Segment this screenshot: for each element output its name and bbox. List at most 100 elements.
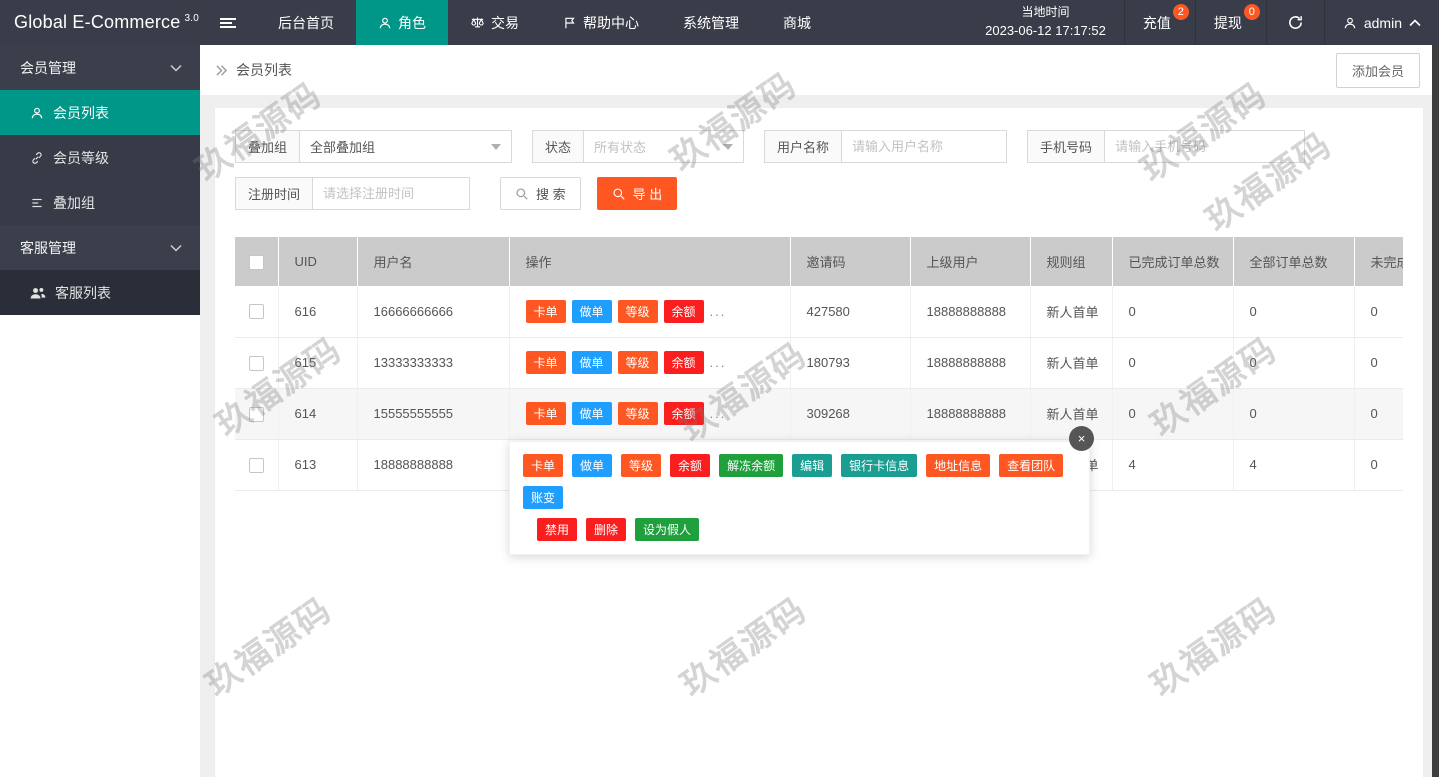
cell-username: 18888888888 xyxy=(357,439,509,490)
address-info-button[interactable]: 地址信息 xyxy=(926,454,990,477)
do-order-button[interactable]: 做单 xyxy=(572,300,612,323)
person-icon xyxy=(1343,16,1357,30)
sidebar-toggle-button[interactable] xyxy=(200,0,256,45)
filter-row-2: 注册时间 搜 索 导 xyxy=(235,177,1403,210)
status-placeholder: 所有状态 xyxy=(594,137,646,156)
cell-uncompleted-orders: 0 xyxy=(1354,286,1403,337)
sidebar-item-member-list[interactable]: 会员列表 xyxy=(0,90,200,135)
stack-group-filter: 叠加组 全部叠加组 xyxy=(235,130,512,163)
edit-button[interactable]: 编辑 xyxy=(792,454,832,477)
navbar-right: 当地时间 2023-06-12 17:17:52 充值 2 提现 0 adm xyxy=(967,0,1439,45)
vertical-scrollbar[interactable] xyxy=(1432,45,1439,777)
breadcrumb-bar: 会员列表 添加会员 xyxy=(200,45,1439,95)
cell-invite-code: 427580 xyxy=(790,286,910,337)
link-icon xyxy=(30,151,44,165)
popup-close-button[interactable]: × xyxy=(1069,426,1094,451)
export-button[interactable]: 导 出 xyxy=(597,177,678,210)
sidebar-item-member-level[interactable]: 会员等级 xyxy=(0,135,200,180)
sidebar-item-service-list[interactable]: 客服列表 xyxy=(0,270,200,315)
cell-total-orders: 0 xyxy=(1233,337,1354,388)
do-order-button[interactable]: 做单 xyxy=(572,402,612,425)
reg-time-label: 注册时间 xyxy=(235,177,313,210)
recharge-badge: 2 xyxy=(1173,4,1189,20)
status-select[interactable]: 所有状态 xyxy=(584,130,744,163)
card-order-button[interactable]: 卡单 xyxy=(526,402,566,425)
card-order-button[interactable]: 卡单 xyxy=(523,454,563,477)
level-button[interactable]: 等级 xyxy=(618,351,658,374)
view-team-button[interactable]: 查看团队 xyxy=(999,454,1063,477)
nav-item-label: 帮助中心 xyxy=(583,13,639,33)
account-change-button[interactable]: 账变 xyxy=(523,486,563,509)
level-button[interactable]: 等级 xyxy=(618,402,658,425)
do-order-button[interactable]: 做单 xyxy=(572,351,612,374)
scales-icon xyxy=(470,15,485,30)
filter-row-1: 叠加组 全部叠加组 状态 所有状态 xyxy=(235,130,1403,163)
withdraw-button[interactable]: 提现 0 xyxy=(1195,0,1266,45)
column-header-completed-orders: 已完成订单总数 xyxy=(1112,237,1233,286)
set-fake-user-button[interactable]: 设为假人 xyxy=(635,518,699,541)
nav-item-mall[interactable]: 商城 xyxy=(761,0,833,45)
nav-item-roles[interactable]: 角色 xyxy=(356,0,448,45)
disable-button[interactable]: 禁用 xyxy=(537,518,577,541)
table-row: 615 13333333333 卡单做单等级余额... 180793 18888… xyxy=(235,337,1403,388)
delete-button[interactable]: 删除 xyxy=(586,518,626,541)
refresh-icon xyxy=(1287,14,1304,31)
sidebar-group-service-management[interactable]: 客服管理 xyxy=(0,225,200,270)
breadcrumb[interactable]: 会员列表 xyxy=(215,60,292,80)
recharge-button[interactable]: 充值 2 xyxy=(1124,0,1195,45)
add-member-button[interactable]: 添加会员 xyxy=(1336,53,1420,88)
cell-completed-orders: 0 xyxy=(1112,337,1233,388)
more-actions-button[interactable]: ... xyxy=(710,406,727,421)
column-header-rule-group: 规则组 xyxy=(1030,237,1112,286)
balance-button[interactable]: 余额 xyxy=(664,300,704,323)
search-button[interactable]: 搜 索 xyxy=(500,177,581,210)
balance-button[interactable]: 余额 xyxy=(670,454,710,477)
balance-button[interactable]: 余额 xyxy=(664,351,704,374)
level-button[interactable]: 等级 xyxy=(618,300,658,323)
do-order-button[interactable]: 做单 xyxy=(572,454,612,477)
card-order-button[interactable]: 卡单 xyxy=(526,351,566,374)
column-header-uncompleted-orders: 未完成订单总数 xyxy=(1354,237,1403,286)
nav-item-help-center[interactable]: 帮助中心 xyxy=(541,0,661,45)
users-icon xyxy=(30,286,46,300)
reg-time-input[interactable] xyxy=(313,177,470,210)
level-button[interactable]: 等级 xyxy=(621,454,661,477)
nav-item-dashboard[interactable]: 后台首页 xyxy=(256,0,356,45)
nav-item-label: 后台首页 xyxy=(278,13,334,33)
cell-completed-orders: 0 xyxy=(1112,286,1233,337)
cell-actions: 卡单做单等级余额... xyxy=(509,286,790,337)
unfreeze-balance-button[interactable]: 解冻余额 xyxy=(719,454,783,477)
cell-username: 16666666666 xyxy=(357,286,509,337)
table-header-row: UID 用户名 操作 邀请码 上级用户 规则组 已完成订单总数 全部订单总数 未… xyxy=(235,237,1403,286)
app-title: Global E-Commerce xyxy=(14,12,180,33)
card-order-button[interactable]: 卡单 xyxy=(526,300,566,323)
sidebar-item-stack-group[interactable]: 叠加组 xyxy=(0,180,200,225)
cell-total-orders: 0 xyxy=(1233,286,1354,337)
phone-input[interactable] xyxy=(1105,130,1305,163)
row-checkbox[interactable] xyxy=(249,356,264,371)
phone-label: 手机号码 xyxy=(1027,130,1105,163)
more-actions-button[interactable]: ... xyxy=(710,304,727,319)
work-area: 叠加组 全部叠加组 状态 所有状态 xyxy=(200,95,1439,777)
row-checkbox[interactable] xyxy=(249,407,264,422)
row-checkbox[interactable] xyxy=(249,304,264,319)
recharge-label: 充值 xyxy=(1143,13,1171,33)
balance-button[interactable]: 余额 xyxy=(664,402,704,425)
stack-group-select[interactable]: 全部叠加组 xyxy=(300,130,512,163)
bank-card-info-button[interactable]: 银行卡信息 xyxy=(841,454,917,477)
cell-actions: 卡单做单等级余额... xyxy=(509,337,790,388)
nav-item-trade[interactable]: 交易 xyxy=(448,0,541,45)
app-logo: Global E-Commerce 3.0 xyxy=(0,0,200,45)
refresh-button[interactable] xyxy=(1266,0,1324,45)
admin-menu[interactable]: admin xyxy=(1324,0,1439,45)
local-time: 当地时间 2023-06-12 17:17:52 xyxy=(967,0,1124,45)
select-all-checkbox[interactable] xyxy=(249,255,264,270)
status-filter: 状态 所有状态 xyxy=(532,130,744,163)
username-input[interactable] xyxy=(842,130,1007,163)
cell-uid: 616 xyxy=(278,286,357,337)
nav-item-system[interactable]: 系统管理 xyxy=(661,0,761,45)
more-actions-button[interactable]: ... xyxy=(710,355,727,370)
sidebar-group-member-management[interactable]: 会员管理 xyxy=(0,45,200,90)
sidebar-item-label: 客服列表 xyxy=(55,283,111,303)
row-checkbox[interactable] xyxy=(249,458,264,473)
